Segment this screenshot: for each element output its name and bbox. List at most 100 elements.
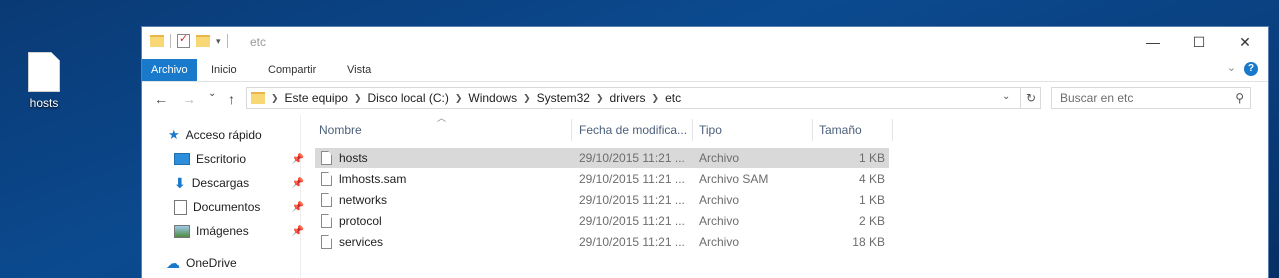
file-size: 4 KB <box>858 172 885 186</box>
breadcrumb-disco-local[interactable]: Disco local (C:) <box>367 91 448 105</box>
maximize-button[interactable]: ☐ <box>1176 27 1222 57</box>
file-date: 29/10/2015 11:21 ... <box>579 214 685 228</box>
file-icon <box>321 151 332 165</box>
sidebar-item-label: Acceso rápido <box>185 128 262 142</box>
file-name: hosts <box>339 151 368 165</box>
breadcrumb-etc[interactable]: etc <box>665 91 681 105</box>
file-icon <box>321 214 332 228</box>
chevron-right-icon[interactable]: ❯ <box>271 93 279 104</box>
chevron-right-icon[interactable]: ❯ <box>596 93 604 104</box>
properties-icon[interactable] <box>177 32 190 48</box>
sidebar-item-label: Escritorio <box>196 152 247 166</box>
file-name: networks <box>339 193 388 207</box>
chevron-right-icon[interactable]: ❯ <box>523 93 531 104</box>
pictures-icon <box>174 224 190 238</box>
file-name: protocol <box>339 214 382 228</box>
desktop-folder-icon <box>174 153 190 165</box>
close-button[interactable]: ✕ <box>1222 27 1268 57</box>
sidebar-item-label: Imágenes <box>196 224 249 238</box>
file-type: Archivo SAM <box>699 172 769 186</box>
sidebar-item-label: Descargas <box>191 176 250 190</box>
title-bar[interactable]: ▾ etc — ☐ ✕ <box>142 27 1268 57</box>
refresh-button[interactable]: ↻ <box>1020 87 1041 109</box>
table-row[interactable]: lmhosts.sam 29/10/2015 11:21 ... Archivo… <box>315 169 889 189</box>
file-list: ︿ Nombre Fecha de modifica... Tipo Tamañ… <box>301 113 1268 278</box>
cloud-icon: ☁ <box>166 254 180 271</box>
sidebar-item-label: Documentos <box>193 200 261 214</box>
file-type: Archivo <box>699 214 740 228</box>
breadcrumb-drivers[interactable]: drivers <box>610 91 646 105</box>
forward-button[interactable]: → <box>182 91 196 107</box>
table-row[interactable]: networks 29/10/2015 11:21 ... Archivo 1 … <box>315 190 889 210</box>
up-button[interactable]: ↑ <box>228 91 235 107</box>
file-date: 29/10/2015 11:21 ... <box>579 151 685 165</box>
download-icon: ⬇ <box>174 174 186 191</box>
navigation-pane: ★ Acceso rápido Escritorio 📌 ⬇ Descargas… <box>142 115 304 278</box>
file-name: services <box>339 235 384 249</box>
search-placeholder: Buscar en etc <box>1060 91 1134 105</box>
sidebar-item-documentos[interactable]: Documentos 📌 <box>174 197 304 217</box>
column-header-fecha[interactable]: Fecha de modifica... <box>573 119 693 141</box>
file-type: Archivo <box>699 151 740 165</box>
file-icon <box>321 172 332 186</box>
expand-ribbon-icon[interactable]: ⌄ <box>1227 61 1236 74</box>
tab-inicio[interactable]: Inicio <box>203 59 245 81</box>
breadcrumb-windows[interactable]: Windows <box>468 91 517 105</box>
column-header-tipo[interactable]: Tipo <box>693 119 813 141</box>
customize-toolbar-icon[interactable]: ▾ <box>216 36 221 47</box>
desktop-file-hosts[interactable]: hosts <box>18 52 70 110</box>
separator <box>226 34 228 48</box>
help-icon[interactable]: ? <box>1244 62 1258 76</box>
file-type: Archivo <box>699 193 740 207</box>
tab-vista[interactable]: Vista <box>339 59 379 81</box>
file-date: 29/10/2015 11:21 ... <box>579 235 685 249</box>
chevron-right-icon[interactable]: ❯ <box>652 93 660 104</box>
table-row[interactable]: hosts 29/10/2015 11:21 ... Archivo 1 KB <box>315 148 889 168</box>
sidebar-item-imagenes[interactable]: Imágenes 📌 <box>174 221 304 241</box>
explorer-window: ▾ etc — ☐ ✕ Archivo Inicio Compartir Vis… <box>141 26 1269 278</box>
documents-icon <box>174 199 187 215</box>
ribbon-tabs: Archivo Inicio Compartir Vista ⌄ ? <box>142 57 1268 82</box>
star-icon: ★ <box>168 127 180 142</box>
file-type: Archivo <box>699 235 740 249</box>
folder-icon <box>251 92 265 104</box>
search-icon: ⚲ <box>1235 91 1244 105</box>
navigation-bar: ← → ⌄ ↑ ❯ Este equipo ❯ Disco local (C:)… <box>142 82 1268 116</box>
table-row[interactable]: protocol 29/10/2015 11:21 ... Archivo 2 … <box>315 211 889 231</box>
file-name: lmhosts.sam <box>339 172 407 186</box>
chevron-right-icon[interactable]: ❯ <box>455 93 463 104</box>
minimize-button[interactable]: — <box>1130 27 1176 57</box>
sidebar-item-acceso-rapido[interactable]: ★ Acceso rápido <box>168 125 298 145</box>
quick-access-toolbar: ▾ <box>150 32 228 48</box>
file-size: 1 KB <box>858 151 885 165</box>
separator <box>170 34 171 48</box>
address-dropdown-icon[interactable]: ⌄ <box>1002 91 1010 102</box>
file-icon <box>321 235 332 249</box>
back-button[interactable]: ← <box>154 91 168 107</box>
tab-compartir[interactable]: Compartir <box>260 59 324 81</box>
sidebar-item-label: OneDrive <box>186 256 237 270</box>
file-icon <box>321 193 332 207</box>
search-input[interactable]: Buscar en etc ⚲ <box>1051 87 1251 109</box>
column-header-tamano[interactable]: Tamaño <box>813 119 893 141</box>
file-size: 18 KB <box>852 235 885 249</box>
chevron-right-icon[interactable]: ❯ <box>354 93 362 104</box>
breadcrumb-system32[interactable]: System32 <box>537 91 590 105</box>
table-row[interactable]: services 29/10/2015 11:21 ... Archivo 18… <box>315 232 889 252</box>
file-date: 29/10/2015 11:21 ... <box>579 193 685 207</box>
file-icon <box>28 52 60 92</box>
file-date: 29/10/2015 11:21 ... <box>579 172 685 186</box>
sidebar-item-onedrive[interactable]: ☁ OneDrive <box>166 253 296 273</box>
recent-locations-button[interactable]: ⌄ <box>208 88 216 99</box>
new-folder-icon[interactable] <box>196 35 210 47</box>
sidebar-item-descargas[interactable]: ⬇ Descargas 📌 <box>174 173 304 193</box>
tab-archivo[interactable]: Archivo <box>142 59 197 81</box>
file-size: 1 KB <box>858 193 885 207</box>
breadcrumb-este-equipo[interactable]: Este equipo <box>285 91 348 105</box>
file-size: 2 KB <box>858 214 885 228</box>
sidebar-item-escritorio[interactable]: Escritorio 📌 <box>174 149 304 169</box>
column-header-nombre[interactable]: Nombre <box>313 119 572 141</box>
address-bar[interactable]: ❯ Este equipo ❯ Disco local (C:) ❯ Windo… <box>246 87 1041 109</box>
folder-icon <box>150 35 164 47</box>
window-title: etc <box>250 35 267 49</box>
